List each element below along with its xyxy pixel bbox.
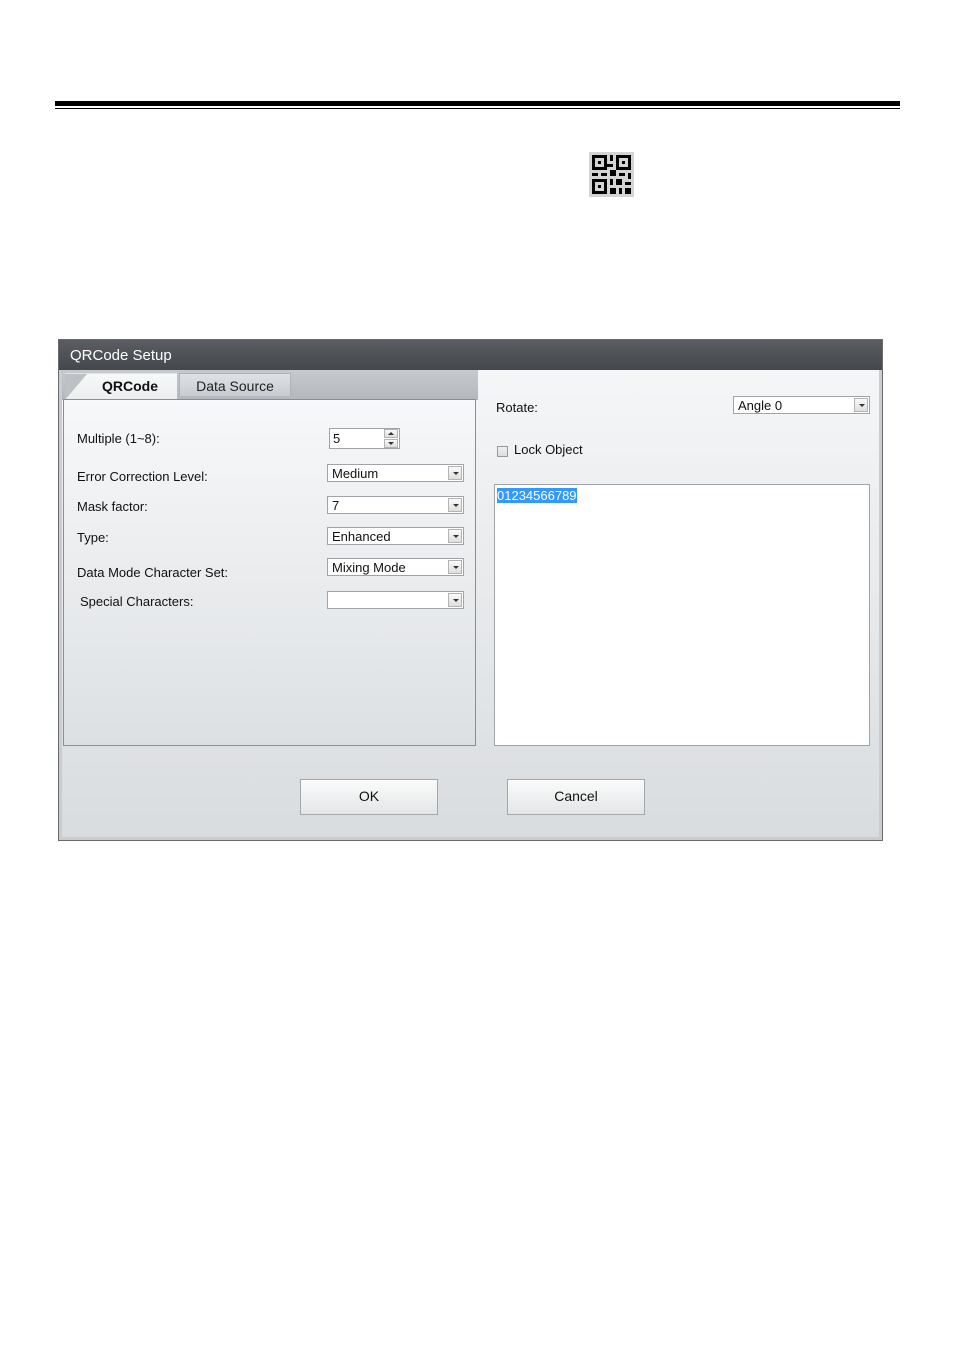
ok-button[interactable]: OK xyxy=(300,779,438,815)
multiple-value: 5 xyxy=(333,431,341,446)
rotate-value: Angle 0 xyxy=(738,398,783,413)
tab-strip: QRCode Data Source xyxy=(62,370,478,400)
selected-content-text: 01234566789 xyxy=(497,488,577,503)
charset-value: Mixing Mode xyxy=(332,560,406,575)
chevron-down-icon[interactable] xyxy=(448,560,462,574)
tab-qrcode-label: QRCode xyxy=(102,378,158,394)
chevron-down-icon[interactable] xyxy=(448,498,462,512)
qrcode-setup-dialog: QRCode Setup QRCode Data Source Multiple… xyxy=(58,339,883,841)
type-value: Enhanced xyxy=(332,529,391,544)
rotate-label: Rotate: xyxy=(496,400,538,415)
cancel-button[interactable]: Cancel xyxy=(507,779,645,815)
multiple-label: Multiple (1~8): xyxy=(77,431,160,446)
error-level-value: Medium xyxy=(332,466,379,481)
tab-data-source[interactable]: Data Source xyxy=(179,373,291,396)
stepper-down-icon[interactable] xyxy=(384,439,398,448)
charset-select[interactable]: Mixing Mode xyxy=(327,558,464,576)
type-label: Type: xyxy=(77,530,109,545)
qr-code-icon xyxy=(589,152,634,197)
chevron-down-icon[interactable] xyxy=(448,593,462,607)
mask-value: 7 xyxy=(332,498,340,513)
lock-object-label[interactable]: Lock Object xyxy=(514,442,583,457)
lock-object-checkbox[interactable] xyxy=(497,446,508,457)
chevron-down-icon[interactable] xyxy=(448,466,462,480)
mask-label: Mask factor: xyxy=(77,499,148,514)
tab-qrcode[interactable]: QRCode xyxy=(65,373,177,400)
special-chars-select[interactable] xyxy=(327,591,464,609)
mask-select[interactable]: 7 xyxy=(327,496,464,514)
dialog-client-area: QRCode Data Source Multiple (1~8): 5 Err… xyxy=(62,370,879,837)
charset-label: Data Mode Character Set: xyxy=(77,565,229,580)
error-level-select[interactable]: Medium xyxy=(327,464,464,482)
qrcode-content-textarea[interactable]: 01234566789 xyxy=(494,484,870,746)
error-level-label: Error Correction Level: xyxy=(77,469,208,484)
dialog-title: QRCode Setup xyxy=(59,340,882,370)
stepper-up-icon[interactable] xyxy=(384,429,398,438)
chevron-down-icon[interactable] xyxy=(448,529,462,543)
qrcode-settings-panel: Multiple (1~8): 5 Error Correction Level… xyxy=(63,399,476,746)
special-chars-label: Special Characters: xyxy=(80,594,194,609)
type-select[interactable]: Enhanced xyxy=(327,527,464,545)
header-rule-thick xyxy=(55,101,900,106)
rotate-select[interactable]: Angle 0 xyxy=(733,396,870,414)
header-rule-thin xyxy=(55,108,900,109)
tab-data-source-label: Data Source xyxy=(196,378,274,394)
multiple-stepper[interactable]: 5 xyxy=(329,428,400,449)
chevron-down-icon[interactable] xyxy=(854,398,868,412)
